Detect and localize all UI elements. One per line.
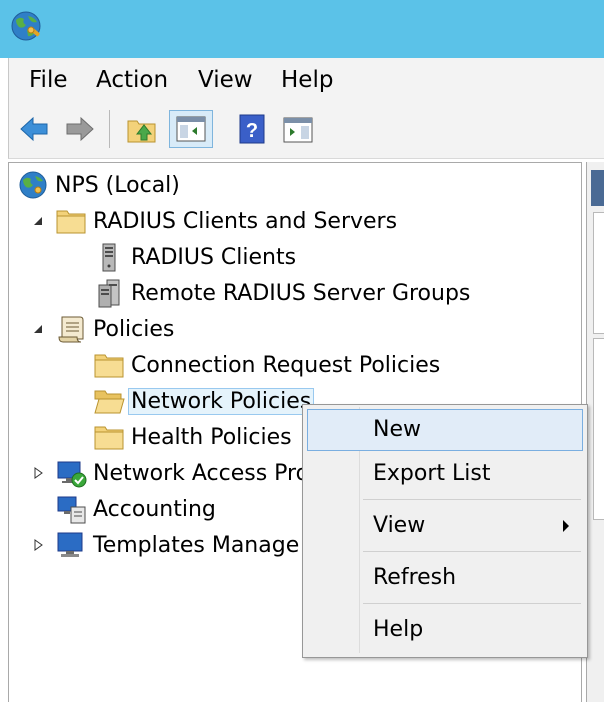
tree-item-templates-management[interactable]: Templates Manage	[55, 527, 299, 563]
context-menu-new[interactable]: New	[307, 409, 583, 451]
tree-label: Accounting	[93, 496, 216, 522]
tree-label: Health Policies	[131, 424, 292, 450]
menu-file[interactable]: File	[29, 66, 68, 94]
back-arrow-icon[interactable]	[17, 112, 51, 146]
server-icon	[93, 241, 125, 273]
accounting-computer-icon	[55, 493, 87, 525]
help-icon[interactable]: ?	[235, 112, 269, 146]
tree-item-radius-clients[interactable]: RADIUS Clients	[93, 239, 296, 275]
tree-item-remote-radius-server-groups[interactable]: Remote RADIUS Server Groups	[93, 275, 470, 311]
expand-triangle-icon[interactable]	[31, 466, 45, 480]
nps-globe-icon[interactable]	[10, 10, 44, 44]
context-menu-view[interactable]: View	[307, 505, 583, 547]
show-hide-console-tree-icon[interactable]	[169, 110, 213, 148]
menu-item-label: New	[373, 417, 421, 442]
tree-label: Remote RADIUS Server Groups	[131, 280, 471, 306]
tree-label: RADIUS Clients	[131, 244, 297, 270]
results-pane-box	[593, 338, 604, 520]
submenu-arrow-icon	[563, 520, 569, 532]
tree-item-network-policies[interactable]: Network Policies	[93, 383, 315, 419]
context-menu-export-list[interactable]: Export List	[307, 453, 583, 495]
toolbar: ?	[8, 102, 604, 159]
tree-label: Network Policies	[128, 387, 315, 415]
context-menu-separator	[363, 551, 581, 552]
folder-icon	[55, 205, 87, 237]
show-hide-action-pane-icon[interactable]	[281, 112, 315, 146]
tree-label: Network Access Pro	[93, 460, 310, 486]
folder-icon	[93, 421, 125, 453]
scroll-policy-icon	[55, 313, 87, 345]
menu-action[interactable]: Action	[96, 66, 168, 94]
menu-item-label: Refresh	[373, 565, 457, 590]
nps-globe-icon	[17, 169, 49, 201]
menu-view[interactable]: View	[198, 66, 253, 94]
open-folder-icon	[93, 385, 125, 417]
context-menu-help[interactable]: Help	[307, 609, 583, 651]
context-menu-separator	[363, 499, 581, 500]
tree-item-radius-clients-servers[interactable]: RADIUS Clients and Servers	[55, 203, 397, 239]
forward-arrow-icon[interactable]	[63, 112, 97, 146]
menu-bar: File Action View Help	[8, 58, 604, 102]
context-menu-separator	[363, 603, 581, 604]
collapse-triangle-icon[interactable]	[31, 214, 45, 228]
tree-item-network-access-protection[interactable]: Network Access Pro	[55, 455, 309, 491]
templates-computer-icon	[55, 529, 87, 561]
collapse-triangle-icon[interactable]	[31, 322, 45, 336]
tree-item-connection-request-policies[interactable]: Connection Request Policies	[93, 347, 440, 383]
nap-computer-icon	[55, 457, 87, 489]
tree-item-accounting[interactable]: Accounting	[55, 491, 216, 527]
menu-item-label: View	[373, 513, 426, 538]
tree-label: RADIUS Clients and Servers	[93, 208, 398, 234]
server-group-icon	[93, 277, 125, 309]
results-pane-box	[593, 212, 604, 334]
expand-triangle-icon[interactable]	[31, 538, 45, 552]
tree-item-health-policies[interactable]: Health Policies	[93, 419, 292, 455]
menu-item-label: Export List	[373, 461, 491, 486]
tree-label: Templates Manage	[93, 532, 300, 558]
tree-label: Policies	[93, 316, 175, 342]
svg-text:?: ?	[246, 120, 258, 142]
folder-icon	[93, 349, 125, 381]
tree-label: NPS (Local)	[55, 172, 180, 198]
menu-help[interactable]: Help	[281, 66, 333, 94]
context-menu-refresh[interactable]: Refresh	[307, 557, 583, 599]
results-pane-header	[591, 170, 604, 206]
tree-item-policies[interactable]: Policies	[55, 311, 174, 347]
tree-item-nps-local[interactable]: NPS (Local)	[17, 167, 180, 203]
up-folder-icon[interactable]	[125, 112, 159, 146]
title-bar	[0, 0, 604, 58]
tree-label: Connection Request Policies	[131, 352, 441, 378]
menu-item-label: Help	[373, 617, 424, 642]
toolbar-separator	[109, 110, 110, 148]
context-menu: New Export List View Refresh Help	[302, 404, 588, 658]
results-pane[interactable]	[586, 162, 604, 702]
